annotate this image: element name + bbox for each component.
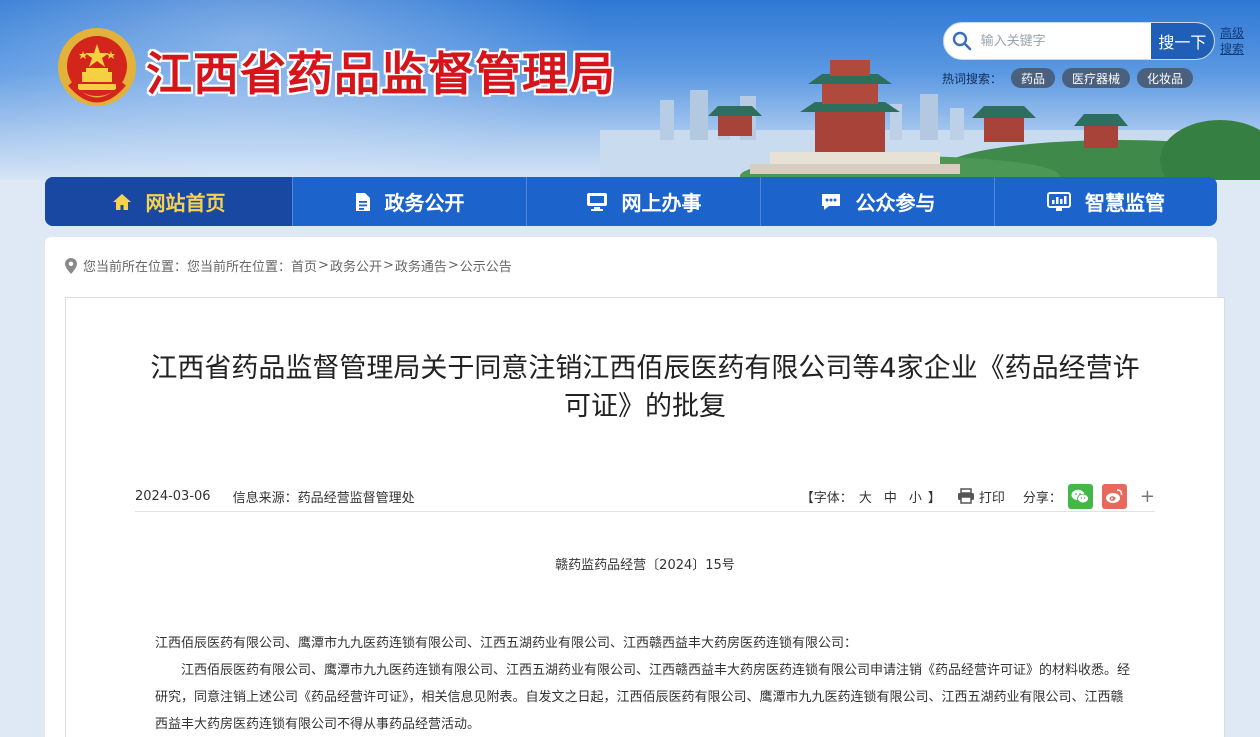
font-size-small[interactable]: 小 bbox=[909, 487, 922, 506]
search-box: 搜一下 bbox=[943, 22, 1215, 60]
search-button[interactable]: 搜一下 bbox=[1150, 23, 1214, 59]
font-size-prefix: 【字体： bbox=[800, 490, 853, 506]
print-label: 打印 bbox=[978, 490, 1005, 506]
search-icon bbox=[944, 23, 981, 59]
breadcrumb-home[interactable]: 首页 bbox=[291, 256, 317, 275]
nav-item-label: 政务公开 bbox=[384, 191, 465, 215]
nav-item-label: 网站首页 bbox=[145, 191, 226, 215]
chat-icon bbox=[821, 193, 840, 210]
breadcrumb: 您当前所在位置：您当前所在位置： 首页 > 政务公开 > 政务通告 > 公示公告 bbox=[65, 256, 512, 275]
nav-item-online-services[interactable]: 网上办事 bbox=[527, 177, 761, 226]
article-tools: 【字体： 大 中 小 】 打印 分享： + bbox=[801, 483, 1155, 509]
breadcrumb-public-announcements[interactable]: 公示公告 bbox=[460, 256, 512, 275]
weibo-icon bbox=[1106, 489, 1123, 503]
breadcrumb-government-notices[interactable]: 政务通告 bbox=[395, 256, 447, 275]
printer-icon bbox=[957, 488, 974, 504]
body-paragraph: 江西佰辰医药有限公司、鹰潭市九九医药连锁有限公司、江西五湖药业有限公司、江西赣西… bbox=[155, 663, 1131, 732]
publish-date: 2024-03-06 bbox=[135, 488, 211, 504]
national-emblem-icon bbox=[58, 28, 136, 106]
share-weibo-button[interactable] bbox=[1101, 483, 1127, 509]
font-size-suffix: 】 bbox=[927, 490, 941, 506]
share-wechat-button[interactable] bbox=[1067, 483, 1093, 509]
dashboard-icon bbox=[1047, 191, 1071, 211]
nav-item-home[interactable]: 网站首页 bbox=[45, 177, 293, 226]
print-button[interactable]: 打印 bbox=[957, 487, 1005, 506]
nav-item-label: 网上办事 bbox=[621, 191, 702, 215]
article-title: 江西省药品监督管理局关于同意注销江西佰辰医药有限公司等4家企业《药品经营许可证》… bbox=[150, 353, 1140, 422]
hot-tag-medical-devices[interactable]: 医疗器械 bbox=[1062, 68, 1131, 88]
nav-item-government-affairs[interactable]: 政务公开 bbox=[293, 177, 527, 226]
info-source: 信息来源：药品经营监督管理处 bbox=[232, 490, 415, 506]
search-input[interactable] bbox=[980, 23, 1151, 59]
nav-item-label: 公众参与 bbox=[855, 191, 936, 215]
recipients-line: 江西佰辰医药有限公司、鹰潭市九九医药连锁有限公司、江西五湖药业有限公司、江西赣西… bbox=[155, 636, 858, 651]
hot-tag-cosmetics[interactable]: 化妆品 bbox=[1137, 68, 1194, 88]
hot-search: 热词搜索： 药品 医疗器械 化妆品 bbox=[942, 68, 1194, 88]
share-label: 分享： bbox=[1022, 490, 1062, 506]
location-pin-icon bbox=[65, 257, 77, 274]
breadcrumb-separator: > bbox=[318, 258, 329, 273]
share-more-icon[interactable]: + bbox=[1140, 486, 1155, 507]
nav-item-smart-supervision[interactable]: 智慧监管 bbox=[995, 177, 1217, 226]
font-size-medium[interactable]: 中 bbox=[884, 487, 897, 506]
breadcrumb-separator: > bbox=[447, 258, 459, 273]
breadcrumb-separator: > bbox=[382, 258, 394, 273]
breadcrumb-government-affairs[interactable]: 政务公开 bbox=[330, 256, 382, 275]
document-icon bbox=[355, 192, 370, 211]
header-banner: 江西省药品监督管理局 搜一下 高级搜索 热词搜索： 药品 医疗器械 化妆品 bbox=[0, 0, 1260, 180]
document-number: 赣药监药品经营〔2024〕15号 bbox=[555, 558, 735, 573]
nav-item-label: 智慧监管 bbox=[1085, 191, 1165, 215]
advanced-search-link[interactable]: 高级搜索 bbox=[1220, 25, 1250, 57]
monitor-icon bbox=[586, 192, 607, 211]
main-nav: 网站首页 政务公开 网上办事 公众参与 智慧监管 bbox=[45, 177, 1217, 226]
article-body: 江西佰辰医药有限公司、鹰潭市九九医药连锁有限公司、江西五湖药业有限公司、江西赣西… bbox=[155, 630, 1135, 737]
hot-search-label: 热词搜索： bbox=[942, 71, 1003, 86]
home-icon bbox=[112, 193, 131, 210]
nav-item-public-participation[interactable]: 公众参与 bbox=[761, 177, 995, 226]
font-size-control: 【字体： 大 中 小 】 bbox=[801, 487, 941, 506]
font-size-large[interactable]: 大 bbox=[859, 487, 872, 506]
article-meta: 2024-03-06 信息来源：药品经营监督管理处 【字体： 大 中 小 】 打… bbox=[135, 482, 1155, 510]
breadcrumb-prefix: 您当前所在位置：您当前所在位置： bbox=[83, 260, 292, 275]
hot-tag-drugs[interactable]: 药品 bbox=[1011, 68, 1056, 88]
meta-divider bbox=[135, 511, 1155, 512]
site-title: 江西省药品监督管理局 bbox=[146, 47, 616, 101]
wechat-icon bbox=[1071, 489, 1090, 503]
